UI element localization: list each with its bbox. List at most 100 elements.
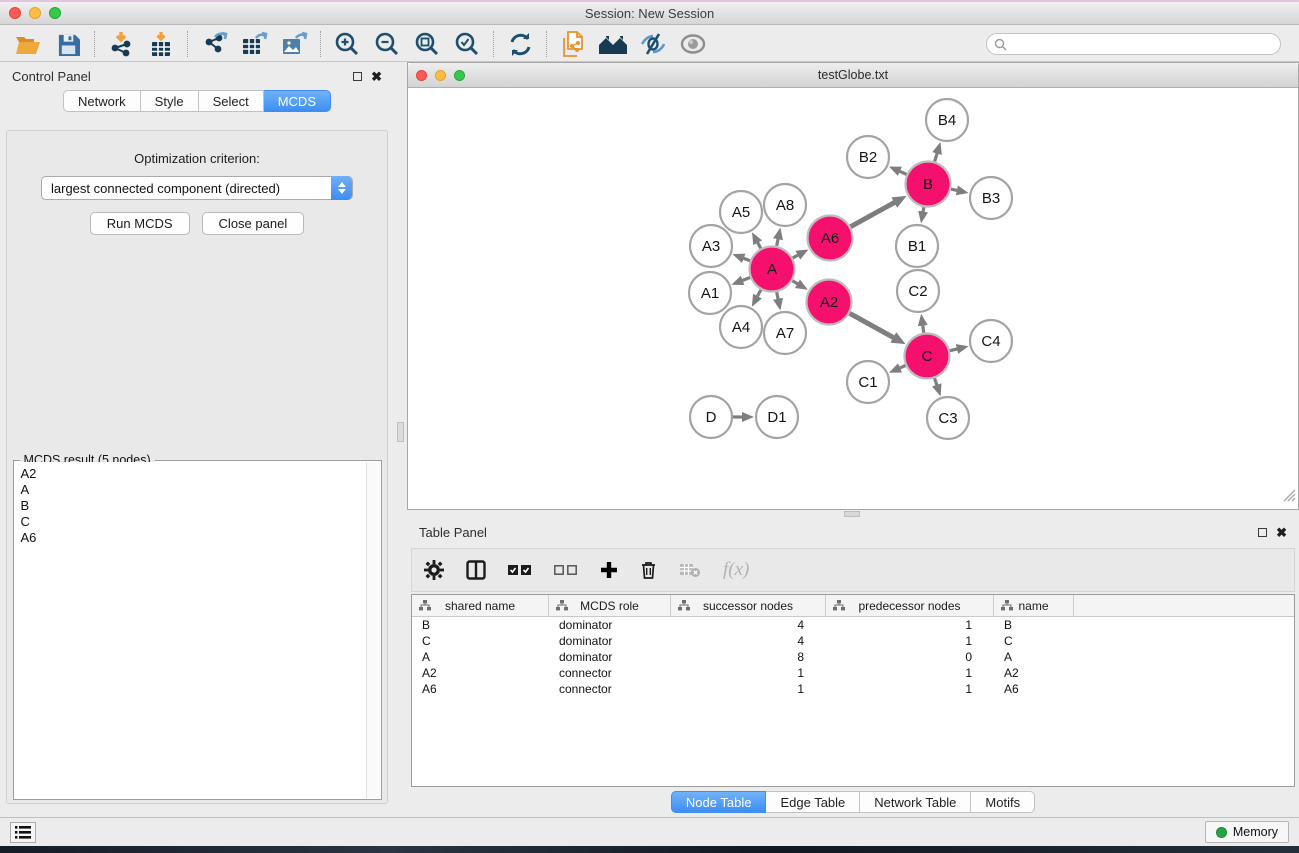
zoom-in-icon[interactable] — [327, 28, 367, 60]
graph-edge-A-A2[interactable] — [792, 281, 798, 284]
tab-style[interactable]: Style — [141, 90, 199, 112]
zoom-fit-icon[interactable] — [407, 28, 447, 60]
tab-select[interactable]: Select — [199, 90, 264, 112]
graph-edge-B-B1[interactable] — [923, 207, 924, 212]
graph-edge-A6-B[interactable] — [851, 202, 896, 227]
close-window-button[interactable] — [9, 7, 21, 19]
show-graphics-details-icon[interactable] — [673, 28, 713, 60]
tab-motifs[interactable]: Motifs — [971, 791, 1035, 813]
graph-node-D[interactable]: D — [690, 396, 732, 438]
export-network-icon[interactable] — [194, 28, 234, 60]
delete-table-icon[interactable] — [679, 562, 701, 578]
graph-edge-C-C2[interactable] — [923, 325, 924, 333]
vertical-splitter[interactable] — [394, 62, 407, 817]
show-columns-icon[interactable] — [466, 560, 486, 580]
table-row[interactable]: Cdominator41C — [412, 633, 1294, 649]
graph-node-A7[interactable]: A7 — [764, 312, 806, 354]
save-session-icon[interactable] — [48, 28, 88, 60]
splitter-handle[interactable] — [397, 422, 404, 442]
first-neighbors-icon[interactable] — [593, 28, 633, 60]
tab-network-table[interactable]: Network Table — [860, 791, 971, 813]
float-panel-icon[interactable] — [353, 72, 362, 81]
graph-node-C4[interactable]: C4 — [970, 320, 1012, 362]
select-all-columns-icon[interactable] — [508, 564, 532, 576]
graph-node-B3[interactable]: B3 — [970, 177, 1012, 219]
close-panel-button[interactable]: Close panel — [202, 212, 305, 235]
mcds-result-item[interactable]: A6 — [21, 530, 366, 546]
column-header-mcds-role[interactable]: MCDS role — [549, 595, 671, 616]
graph-edge-A-A7[interactable] — [777, 292, 779, 300]
close-panel-icon[interactable]: ✖ — [371, 70, 382, 83]
table-row[interactable]: Adominator80A — [412, 649, 1294, 665]
float-panel-icon[interactable] — [1258, 528, 1267, 537]
column-header-successor-nodes[interactable]: successor nodes — [671, 595, 826, 616]
graph-node-A3[interactable]: A3 — [690, 225, 732, 267]
apply-layout-icon[interactable] — [500, 28, 540, 60]
graph-node-C[interactable]: C — [905, 334, 950, 379]
tab-mcds[interactable]: MCDS — [264, 90, 331, 112]
graph-edge-A-A4[interactable] — [757, 290, 761, 297]
zoom-selected-icon[interactable] — [447, 28, 487, 60]
open-session-icon[interactable] — [8, 28, 48, 60]
import-table-icon[interactable] — [141, 28, 181, 60]
graph-node-A6[interactable]: A6 — [808, 216, 853, 261]
graph-node-A[interactable]: A — [750, 247, 795, 292]
export-image-icon[interactable] — [274, 28, 314, 60]
splitter-handle[interactable] — [844, 511, 860, 517]
minimize-window-button[interactable] — [29, 7, 41, 19]
graph-node-A2[interactable]: A2 — [807, 280, 852, 325]
graph-node-A5[interactable]: A5 — [720, 191, 762, 233]
graph-node-B[interactable]: B — [906, 162, 951, 207]
column-header-predecessor-nodes[interactable]: predecessor nodes — [826, 595, 994, 616]
mcds-result-item[interactable]: A — [21, 482, 366, 498]
graph-node-A1[interactable]: A1 — [689, 272, 731, 314]
task-history-button[interactable] — [10, 822, 36, 843]
column-header-name[interactable]: name — [994, 595, 1074, 616]
graph-node-C3[interactable]: C3 — [927, 397, 969, 439]
graph-edge-B-B3[interactable] — [951, 189, 958, 191]
graph-node-A4[interactable]: A4 — [720, 306, 762, 348]
graph-edge-A-A1[interactable] — [742, 277, 750, 280]
table-row[interactable]: A2connector11A2 — [412, 665, 1294, 681]
unselect-all-columns-icon[interactable] — [554, 564, 578, 576]
close-network-window-button[interactable] — [416, 70, 427, 81]
export-table-icon[interactable] — [234, 28, 274, 60]
graph-node-B4[interactable]: B4 — [926, 99, 968, 141]
minimize-network-window-button[interactable] — [435, 70, 446, 81]
function-builder-icon[interactable]: f(x) — [723, 559, 749, 581]
graph-node-A8[interactable]: A8 — [764, 184, 806, 226]
graph-edge-A-A3[interactable] — [743, 258, 750, 261]
graph-edge-B-B4[interactable] — [935, 153, 938, 162]
network-canvas[interactable]: B4B2BB3A8A5A6B1A3AC2A1A2A4A7C4CC1C3DD1 — [408, 88, 1298, 509]
search-input[interactable] — [986, 33, 1281, 55]
zoom-out-icon[interactable] — [367, 28, 407, 60]
graph-edge-B-B2[interactable] — [899, 171, 907, 174]
horizontal-splitter[interactable] — [407, 510, 1299, 518]
mcds-result-item[interactable]: C — [21, 514, 366, 530]
close-panel-icon[interactable]: ✖ — [1276, 526, 1287, 539]
criterion-select[interactable]: largest connected component (directed) — [41, 176, 353, 200]
graph-node-B2[interactable]: B2 — [847, 136, 889, 178]
graph-edge-A2-C[interactable] — [850, 313, 895, 338]
graph-edge-C-C3[interactable] — [935, 378, 938, 386]
graph-node-C1[interactable]: C1 — [847, 361, 889, 403]
tab-node-table[interactable]: Node Table — [671, 791, 767, 813]
new-network-from-selection-icon[interactable] — [553, 28, 593, 60]
graph-edge-A-A5[interactable] — [757, 242, 761, 248]
graph-node-C2[interactable]: C2 — [897, 270, 939, 312]
mcds-result-item[interactable]: A2 — [21, 466, 366, 482]
graph-edge-A-A8[interactable] — [777, 238, 779, 246]
import-network-icon[interactable] — [101, 28, 141, 60]
mcds-result-item[interactable]: B — [21, 498, 366, 514]
mcds-result-list[interactable]: A2ABCA6 — [15, 462, 366, 798]
tab-network[interactable]: Network — [63, 90, 141, 112]
resize-grip-icon[interactable] — [1283, 489, 1296, 507]
memory-button[interactable]: Memory — [1205, 821, 1289, 843]
graph-edge-C-C1[interactable] — [899, 365, 905, 368]
column-header-shared-name[interactable]: shared name — [412, 595, 549, 616]
table-settings-gear-icon[interactable] — [424, 560, 444, 580]
hide-selected-icon[interactable] — [633, 28, 673, 60]
maximize-window-button[interactable] — [49, 7, 61, 19]
table-row[interactable]: Bdominator41B — [412, 617, 1294, 633]
create-column-icon[interactable] — [600, 561, 618, 579]
